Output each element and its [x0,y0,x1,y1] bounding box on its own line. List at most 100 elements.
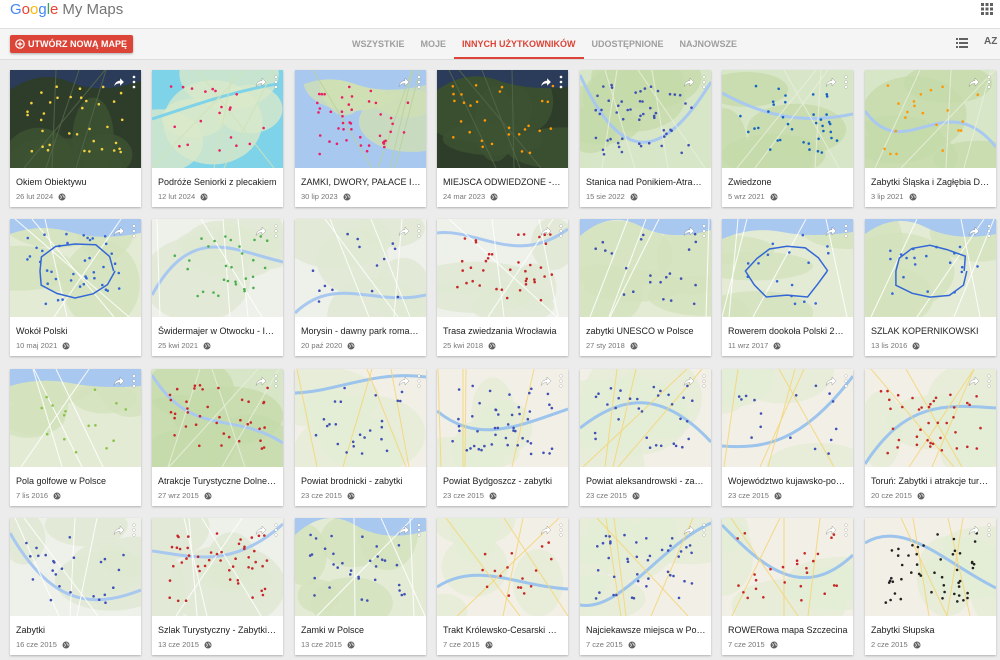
more-options-icon[interactable] [417,523,421,537]
more-options-icon[interactable] [417,75,421,89]
more-options-icon[interactable] [987,75,991,89]
more-options-icon[interactable] [417,224,421,238]
share-icon[interactable] [968,375,980,387]
map-card[interactable]: Atrakcje Turystyczne Dolnego Śląska 27 wr… [152,369,283,506]
map-card[interactable]: Zamki w Polsce 13 cze 2015 [295,518,426,655]
map-card[interactable]: Najciekawsze miejsca w Poznaniu 7 cze 201… [580,518,711,655]
share-icon[interactable] [398,375,410,387]
more-options-icon[interactable] [132,374,136,388]
more-options-icon[interactable] [987,523,991,537]
map-card[interactable]: Trakt Królewsko-Cesarski w Krakowie 7 cze… [437,518,568,655]
share-icon[interactable] [825,375,837,387]
map-card[interactable]: ROWERowa mapa Szczecina 7 cze 2015 [722,518,853,655]
map-card[interactable]: Stanica nad Ponikiem-Atrakcje 15 sie 2022 [580,70,711,207]
share-icon[interactable] [113,225,125,237]
more-options-icon[interactable] [274,374,278,388]
share-icon[interactable] [113,76,125,88]
share-icon[interactable] [825,524,837,536]
more-options-icon[interactable] [702,523,706,537]
more-options-icon[interactable] [702,374,706,388]
share-icon[interactable] [255,524,267,536]
share-icon[interactable] [968,76,980,88]
share-icon[interactable] [683,76,695,88]
map-card[interactable]: Pola golfowe w Polsce 7 lis 2016 [10,369,141,506]
map-card[interactable]: MIEJSCA ODWIEDZONE - ORLEN 24 mar 2023 [437,70,568,207]
more-options-icon[interactable] [274,75,278,89]
share-icon[interactable] [398,225,410,237]
share-icon[interactable] [540,76,552,88]
map-card[interactable]: Wokół Polski 10 maj 2021 [10,219,141,356]
map-card[interactable]: zabytki UNESCO w Polsce 27 sty 2018 [580,219,711,356]
map-title: Okiem Obiektywu [16,177,87,187]
share-icon[interactable] [540,524,552,536]
tab-wszystkie[interactable]: WSZYSTKIE [344,29,413,59]
nav-bar: UTWÓRZ NOWĄ MAPĘ WSZYSTKIE MOJE INNYCH UŻY… [0,29,1000,60]
more-options-icon[interactable] [132,523,136,537]
map-card[interactable]: Powiat brodnicki - zabytki 23 cze 2015 [295,369,426,506]
tab-innych-użytkowników[interactable]: INNYCH UŻYTKOWNIKÓW [454,29,584,59]
create-new-map-button[interactable]: UTWÓRZ NOWĄ MAPĘ [10,35,133,53]
map-card[interactable]: Powiat Bydgoszcz - zabytki 23 cze 2015 [437,369,568,506]
map-card[interactable]: Trasa zwiedzania Wrocławia 25 kwi 2018 [437,219,568,356]
map-card[interactable]: Zwiedzone 5 wrz 2021 [722,70,853,207]
map-card[interactable]: Okiem Obiektywu 26 lut 2024 [10,70,141,207]
apps-grid-icon[interactable] [980,2,994,16]
map-card[interactable]: Powiat aleksandrowski - zabytki 23 cze 20… [580,369,711,506]
share-icon[interactable] [825,76,837,88]
public-globe-icon [62,641,70,648]
sort-az-icon[interactable]: AZ [984,36,997,47]
share-icon[interactable] [540,225,552,237]
share-icon[interactable] [540,375,552,387]
more-options-icon[interactable] [844,224,848,238]
more-options-icon[interactable] [702,75,706,89]
more-options-icon[interactable] [559,523,563,537]
share-icon[interactable] [683,375,695,387]
share-icon[interactable] [683,524,695,536]
share-icon[interactable] [398,524,410,536]
more-options-icon[interactable] [559,224,563,238]
more-options-icon[interactable] [132,224,136,238]
share-icon[interactable] [398,76,410,88]
google-my-maps-logo[interactable]: Google My Maps [10,1,123,18]
more-options-icon[interactable] [702,224,706,238]
list-view-icon[interactable] [956,38,968,48]
more-options-icon[interactable] [987,374,991,388]
map-date: 23 cze 2015 [301,491,342,500]
share-icon[interactable] [825,225,837,237]
map-card[interactable]: Województwo kujawsko-pomorskie 23 cze 201… [722,369,853,506]
tab-najnowsze[interactable]: NAJNOWSZE [672,29,746,59]
map-card[interactable]: Podróże Seniorki z plecakiem 12 lut 2024 [152,70,283,207]
more-options-icon[interactable] [274,523,278,537]
map-card[interactable]: Zabytki Śląska i Zagłębia Dąbrowskiego 3 … [865,70,996,207]
map-card[interactable]: Rowerem dookoła Polski 2017 11 wrz 2017 [722,219,853,356]
share-icon[interactable] [255,76,267,88]
tab-moje[interactable]: MOJE [413,29,455,59]
map-card[interactable]: Zabytki Słupska 2 cze 2015 [865,518,996,655]
map-title: Zabytki Śląska i Zagłębia Dąbrowskiego [871,177,991,187]
more-options-icon[interactable] [559,374,563,388]
map-card[interactable]: Morysin - dawny park romantyczny 20 paź 2… [295,219,426,356]
more-options-icon[interactable] [844,523,848,537]
tab-udostępnione[interactable]: UDOSTĘPNIONE [584,29,672,59]
map-card[interactable]: ZAMKI, DWORY, PAŁACE I INNE 30 lip 2023 [295,70,426,207]
map-card[interactable]: Zabytki 16 cze 2015 [10,518,141,655]
map-card[interactable]: SZLAK KOPERNIKOWSKI 13 lis 2016 [865,219,996,356]
map-card[interactable]: Świdermajer w Otwocku - Idealny 25 kwi 20… [152,219,283,356]
map-card[interactable]: Szlak Turystyczny - Zabytki Techniki 13 c… [152,518,283,655]
more-options-icon[interactable] [844,374,848,388]
more-options-icon[interactable] [417,374,421,388]
map-meta: 13 lis 2016 [871,341,920,350]
more-options-icon[interactable] [987,224,991,238]
more-options-icon[interactable] [274,224,278,238]
share-icon[interactable] [255,375,267,387]
more-options-icon[interactable] [844,75,848,89]
more-options-icon[interactable] [559,75,563,89]
more-options-icon[interactable] [132,75,136,89]
share-icon[interactable] [255,225,267,237]
share-icon[interactable] [683,225,695,237]
map-card[interactable]: Toruń: Zabytki i atrakcje turystyczne 20 … [865,369,996,506]
share-icon[interactable] [113,524,125,536]
share-icon[interactable] [968,524,980,536]
share-icon[interactable] [968,225,980,237]
share-icon[interactable] [113,375,125,387]
